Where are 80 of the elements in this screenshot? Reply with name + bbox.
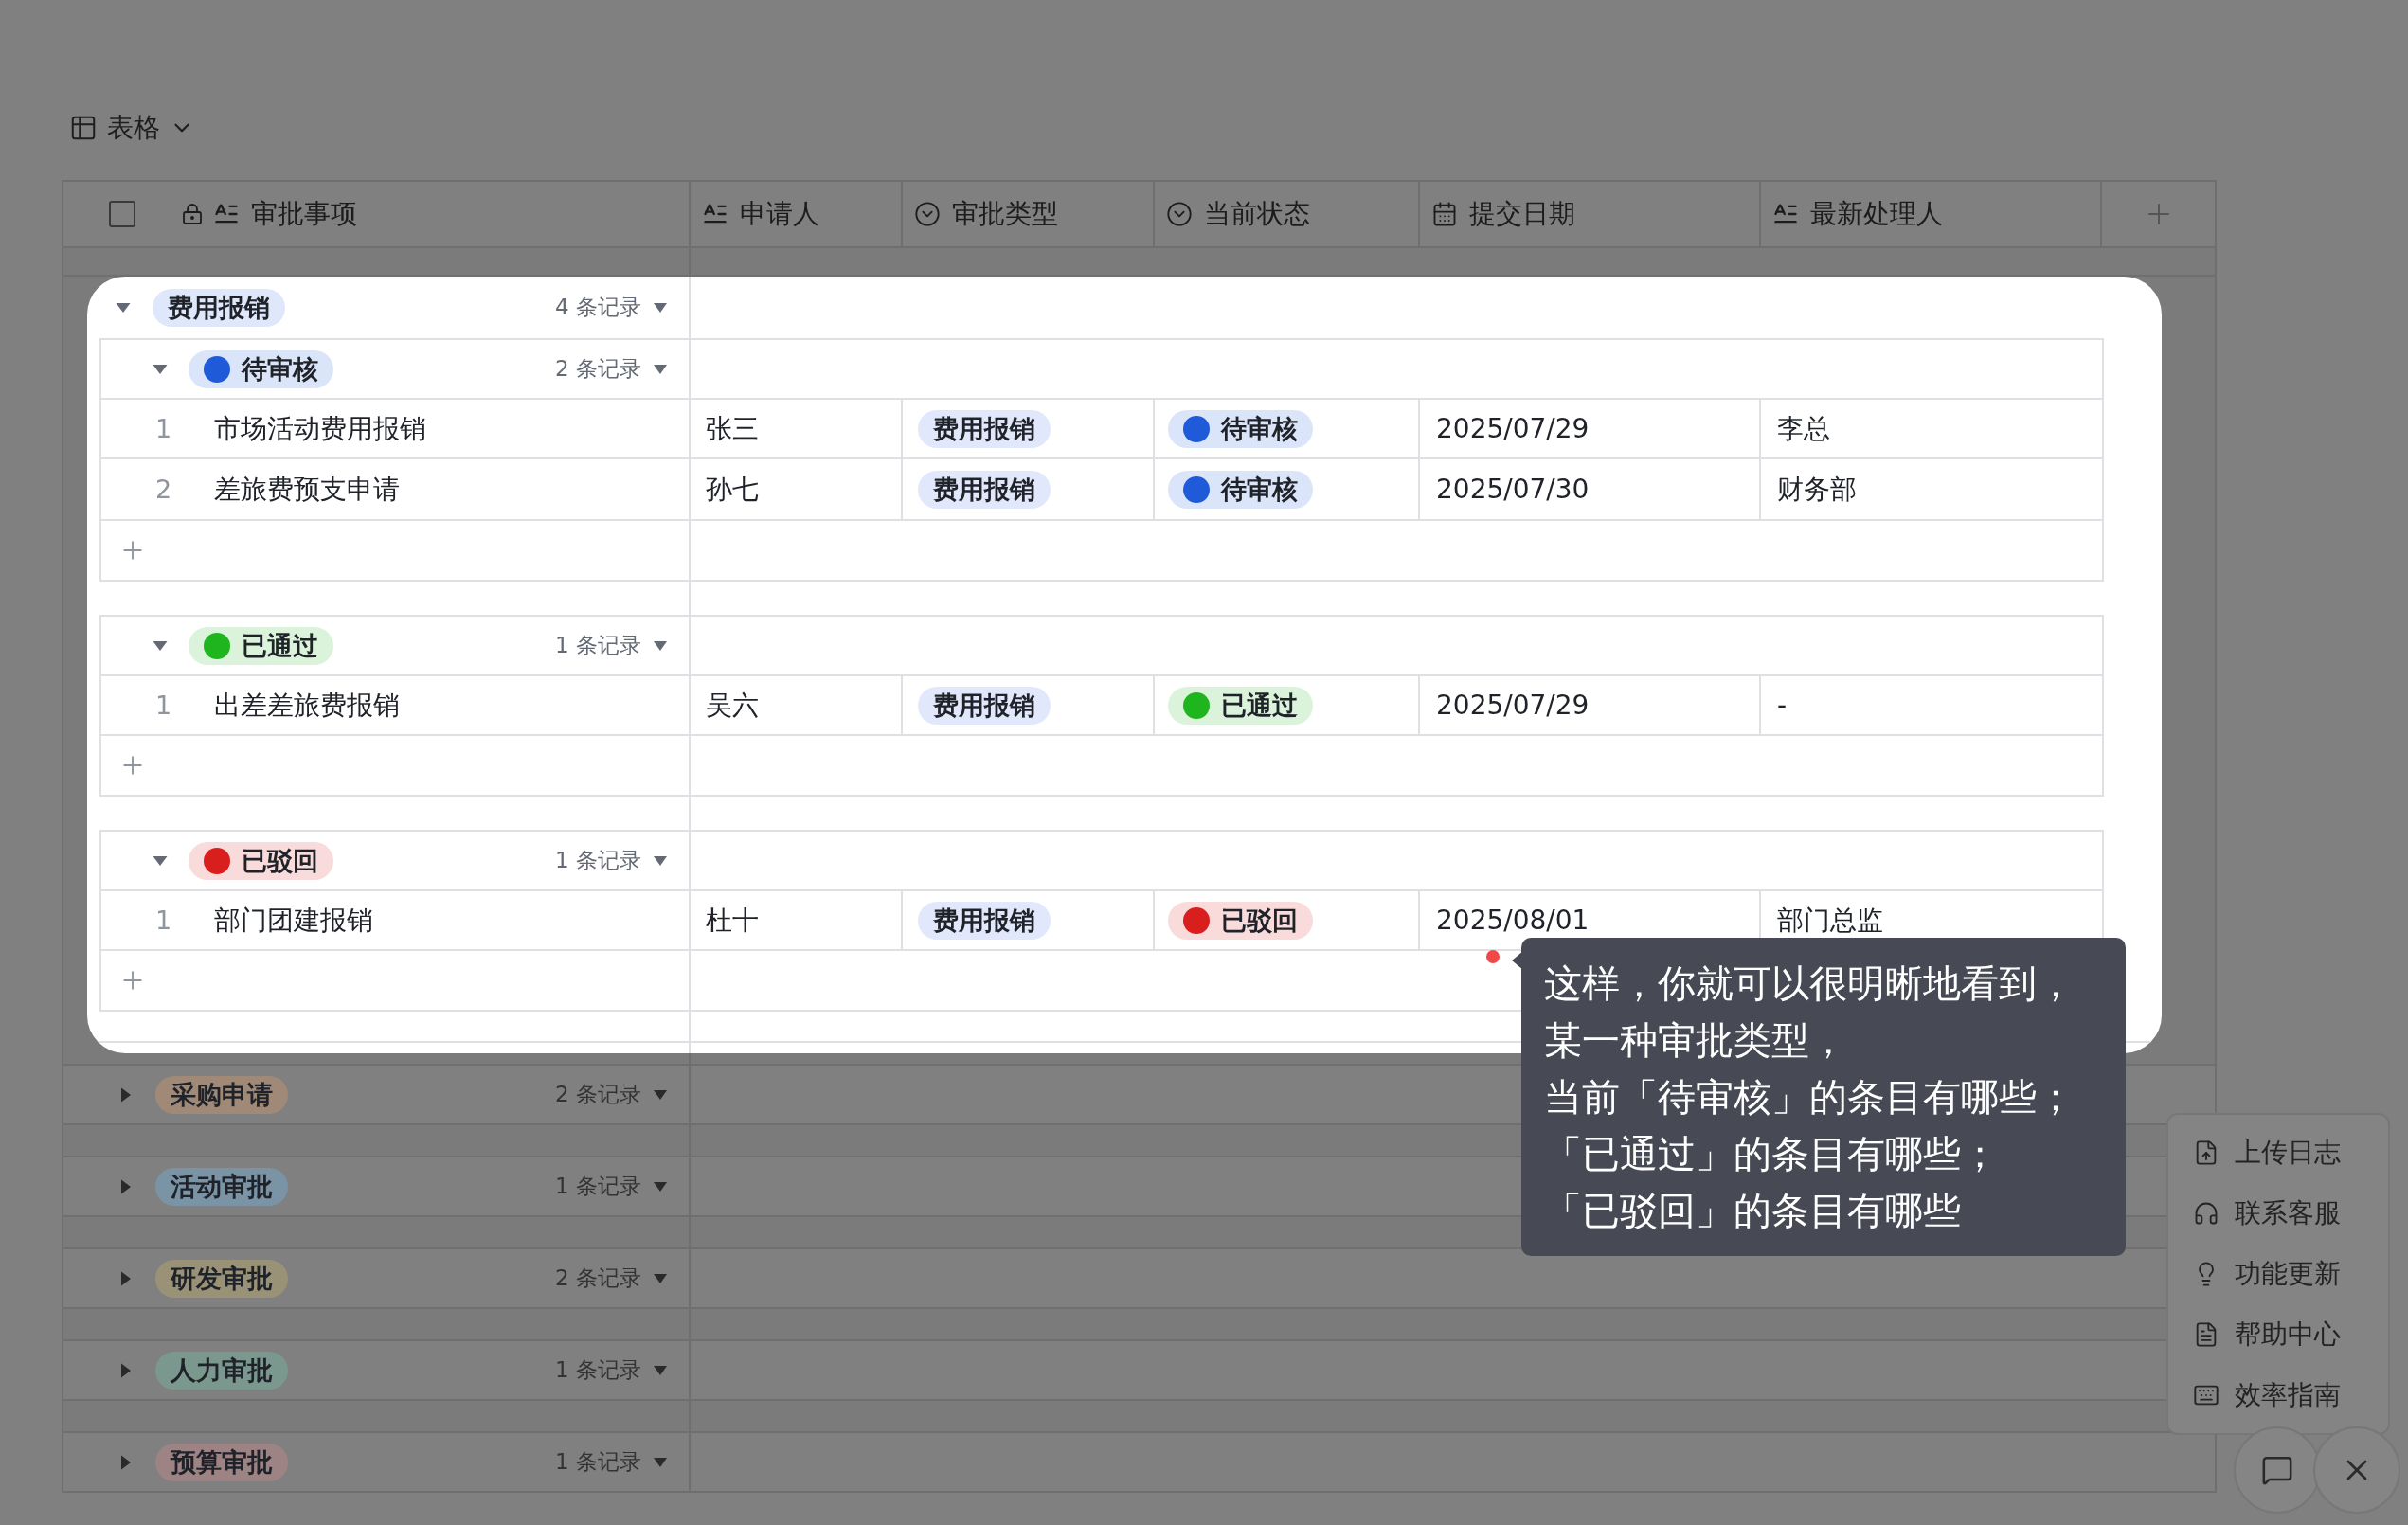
tooltip-text: 某一种审批类型， xyxy=(1544,1017,1848,1064)
column-header[interactable]: 申请人 xyxy=(740,196,819,232)
menu-item[interactable]: 联系客服 xyxy=(2235,1195,2341,1231)
tooltip-text: 「已驳回」的条目有哪些 xyxy=(1544,1188,1962,1234)
status-label: 已驳回 xyxy=(242,844,318,877)
record-count: 4 条记录 xyxy=(555,294,641,321)
category-tag: 费用报销 xyxy=(918,470,1051,509)
table-cell-text: 吴六 xyxy=(706,688,759,723)
select-all-checkbox[interactable] xyxy=(109,201,135,227)
tooltip-text: 这样，你就可以很明晰地看到， xyxy=(1544,960,2076,1007)
row-number: 2 xyxy=(155,475,173,504)
table-cell: 2025/07/30 xyxy=(1436,474,1590,505)
column-header[interactable]: 审批事项 xyxy=(251,196,357,232)
group-tag: 研发审批 xyxy=(155,1259,288,1298)
record-count: 2 条记录 xyxy=(555,355,641,383)
row-number: 1 xyxy=(155,414,173,443)
group-tag: 活动审批 xyxy=(155,1167,288,1206)
dropdown-caret-icon[interactable] xyxy=(653,301,668,314)
table-cell: 2025/07/29 xyxy=(1436,690,1590,721)
category-tag: 费用报销 xyxy=(918,686,1051,725)
status-label: 待审核 xyxy=(1221,473,1298,506)
lock-icon xyxy=(181,203,204,225)
dropdown-caret-icon[interactable] xyxy=(653,363,668,375)
dropdown-caret-icon[interactable] xyxy=(653,854,668,867)
status-label: 待审核 xyxy=(1221,412,1298,445)
table-cell-text: 部门团建报销 xyxy=(214,903,373,938)
record-count: 1 条记录 xyxy=(555,847,641,874)
column-header[interactable]: 提交日期 xyxy=(1469,196,1575,232)
record-count: 1 条记录 xyxy=(555,1173,641,1200)
group-tag: 采购申请 xyxy=(155,1075,288,1114)
table-cell-text: 孙七 xyxy=(706,472,759,507)
record-count: 1 条记录 xyxy=(555,1356,641,1384)
row-number: 1 xyxy=(155,691,173,720)
table-cell: 2025/08/01 xyxy=(1436,905,1590,936)
message-icon xyxy=(2261,1454,2293,1486)
table-cell-text: 部门总监 xyxy=(1777,903,1883,938)
status-label: 已通过 xyxy=(242,629,318,662)
menu-item[interactable]: 效率指南 xyxy=(2235,1377,2341,1413)
table-cell: 2025/07/29 xyxy=(1436,413,1590,444)
group-tag: 人力审批 xyxy=(155,1351,288,1390)
record-count: 2 条记录 xyxy=(555,1081,641,1108)
record-count: 1 条记录 xyxy=(555,1448,641,1476)
category-tag: 费用报销 xyxy=(918,409,1051,448)
table-cell-text: 李总 xyxy=(1777,411,1830,446)
dropdown-caret-icon[interactable] xyxy=(653,1364,668,1376)
status-label: 已驳回 xyxy=(1221,904,1298,937)
table-cell-text: 张三 xyxy=(706,411,759,446)
row-number: 1 xyxy=(155,906,173,935)
dropdown-caret-icon[interactable] xyxy=(653,1272,668,1284)
dropdown-caret-icon[interactable] xyxy=(653,1180,668,1193)
table-view-icon[interactable] xyxy=(69,114,98,142)
select-field-icon xyxy=(1166,201,1193,227)
record-count: 2 条记录 xyxy=(555,1265,641,1292)
menu-item[interactable]: 上传日志 xyxy=(2235,1135,2341,1171)
table-cell-text: 差旅费预支申请 xyxy=(214,472,400,507)
menu-item[interactable]: 帮助中心 xyxy=(2235,1317,2341,1353)
dropdown-caret-icon[interactable] xyxy=(653,639,668,652)
table-cell-text: 市场活动费用报销 xyxy=(214,411,426,446)
table-cell-text: 杜十 xyxy=(706,903,759,938)
category-tag: 费用报销 xyxy=(918,901,1051,940)
table-cell-text: 出差差旅费报销 xyxy=(214,688,400,723)
status-label: 已通过 xyxy=(1221,689,1298,722)
group-tag: 费用报销 xyxy=(153,288,285,327)
tooltip-text: 当前「待审核」的条目有哪些； xyxy=(1544,1074,2076,1121)
column-header[interactable]: 当前状态 xyxy=(1204,196,1310,232)
table-cell: - xyxy=(1777,690,1788,721)
group-tag: 预算审批 xyxy=(155,1443,288,1481)
select-field-icon xyxy=(914,201,941,227)
column-header[interactable]: 审批类型 xyxy=(952,196,1058,232)
record-count: 1 条记录 xyxy=(555,632,641,659)
dropdown-caret-icon[interactable] xyxy=(653,1456,668,1468)
view-switcher[interactable]: 表格 xyxy=(107,110,160,146)
column-header[interactable]: 最新处理人 xyxy=(1810,196,1943,232)
status-label: 待审核 xyxy=(242,352,318,386)
dropdown-caret-icon[interactable] xyxy=(653,1088,668,1101)
headset-icon xyxy=(2193,1200,2219,1227)
table-cell-text: 财务部 xyxy=(1777,472,1857,507)
menu-item[interactable]: 功能更新 xyxy=(2235,1256,2341,1292)
tooltip-text: 「已通过」的条目有哪些； xyxy=(1544,1131,2000,1177)
calendar-icon xyxy=(1431,201,1458,227)
